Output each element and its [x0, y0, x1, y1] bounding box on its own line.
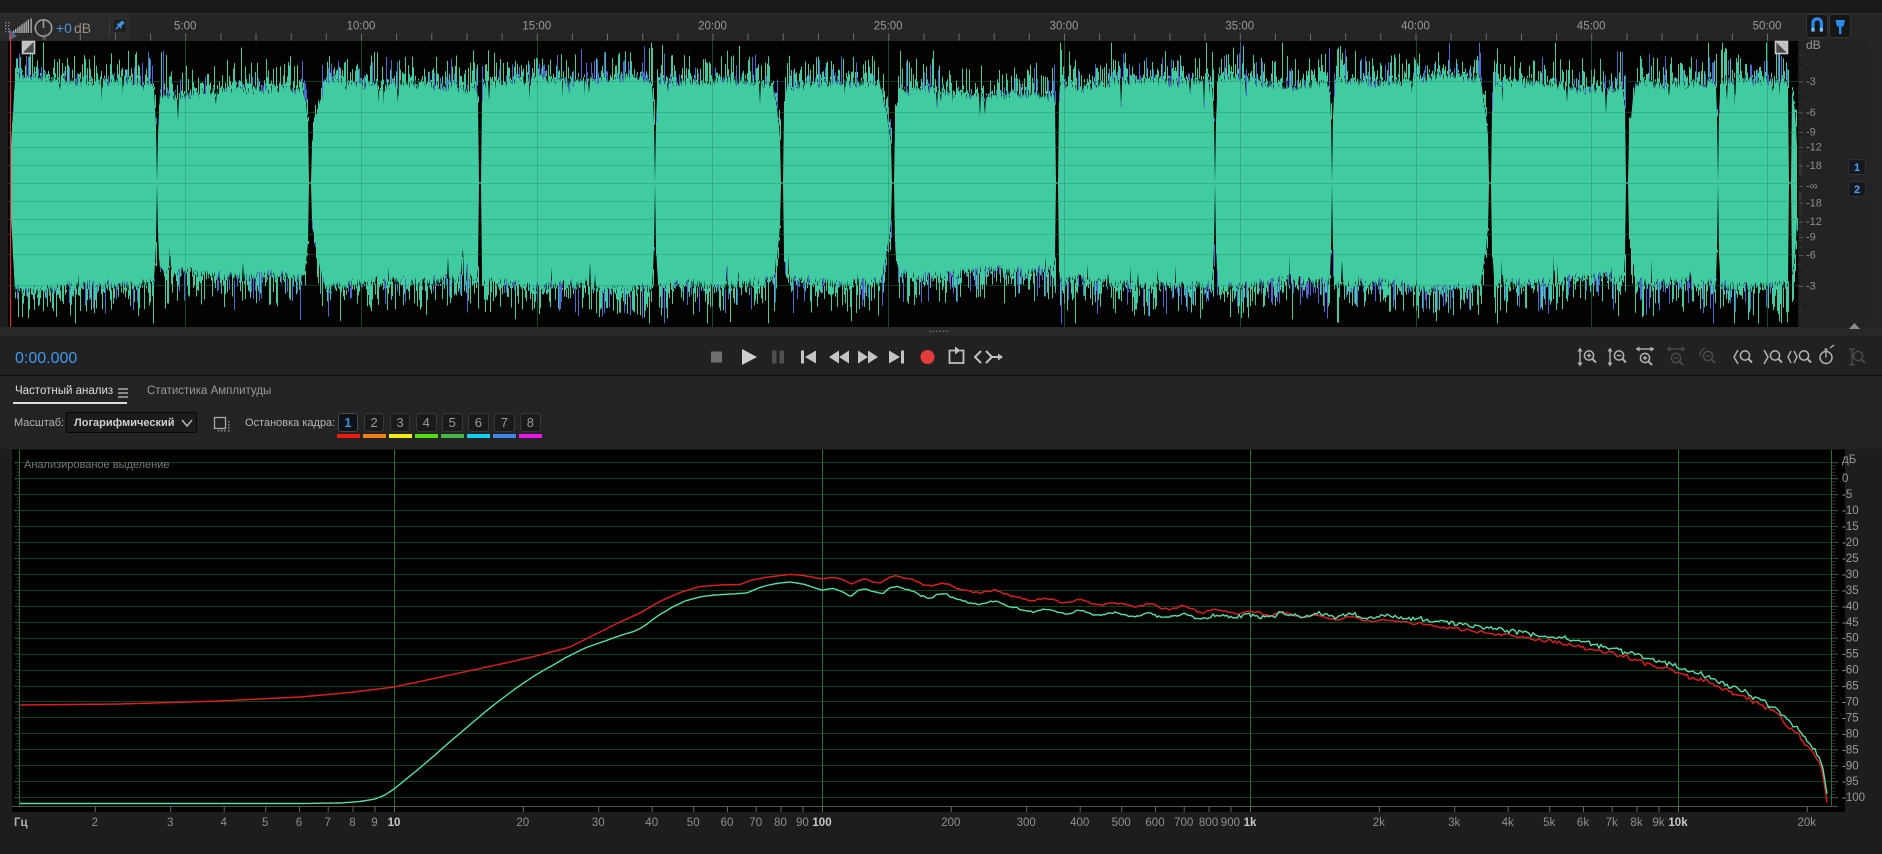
svg-text:-35: -35 [1842, 585, 1859, 597]
svg-text:-9: -9 [1806, 232, 1816, 244]
svg-text:-30: -30 [1842, 569, 1859, 581]
svg-text:10k: 10k [1668, 817, 1688, 829]
svg-text:60: 60 [721, 817, 734, 829]
svg-text:-95: -95 [1842, 776, 1859, 788]
svg-text:50:00: 50:00 [1753, 21, 1782, 33]
svg-text:0:00.000: 0:00.000 [15, 350, 77, 367]
svg-text:-12: -12 [1806, 216, 1822, 228]
svg-text:1: 1 [1854, 162, 1860, 174]
svg-text:300: 300 [1017, 817, 1036, 829]
svg-text:2k: 2k [1373, 817, 1385, 829]
svg-text:400: 400 [1070, 817, 1089, 829]
svg-text:20: 20 [516, 817, 529, 829]
svg-text:30:00: 30:00 [1050, 21, 1079, 33]
svg-text:4k: 4k [1502, 817, 1514, 829]
svg-text:100: 100 [812, 817, 831, 829]
svg-text:6: 6 [296, 817, 302, 829]
svg-text:Анализированое выделение: Анализированое выделение [24, 459, 170, 471]
svg-text:Гц: Гц [14, 817, 28, 829]
svg-text:-3: -3 [1806, 281, 1816, 293]
svg-text:-65: -65 [1842, 681, 1859, 693]
svg-text:800: 800 [1199, 817, 1218, 829]
svg-text:3k: 3k [1448, 817, 1460, 829]
svg-text:80: 80 [774, 817, 787, 829]
svg-text:-12: -12 [1806, 141, 1822, 153]
svg-text:-25: -25 [1842, 553, 1859, 565]
svg-text:-20: -20 [1842, 537, 1859, 549]
svg-text:8: 8 [349, 817, 355, 829]
svg-text:-18: -18 [1806, 198, 1822, 210]
svg-text:9: 9 [371, 817, 377, 829]
svg-text:40:00: 40:00 [1401, 21, 1430, 33]
svg-text:7k: 7k [1606, 817, 1618, 829]
svg-text:-75: -75 [1842, 713, 1859, 725]
svg-text:200: 200 [941, 817, 960, 829]
svg-text:50: 50 [687, 817, 700, 829]
svg-text:-40: -40 [1842, 601, 1859, 613]
svg-text:dB: dB [1806, 38, 1821, 52]
svg-text:9k: 9k [1652, 817, 1664, 829]
svg-text:5k: 5k [1543, 817, 1555, 829]
svg-text:25:00: 25:00 [874, 21, 903, 33]
svg-text:-6: -6 [1806, 250, 1816, 262]
svg-text:-70: -70 [1842, 697, 1859, 709]
svg-text:4: 4 [220, 817, 227, 829]
svg-text:дБ: дБ [1842, 454, 1856, 466]
svg-text:-90: -90 [1842, 760, 1859, 772]
svg-text:-9: -9 [1806, 126, 1816, 138]
svg-text:-15: -15 [1842, 521, 1859, 533]
svg-text:45:00: 45:00 [1577, 21, 1606, 33]
svg-text:-6: -6 [1806, 107, 1816, 119]
svg-text:10: 10 [388, 817, 401, 829]
svg-text:dB: dB [74, 20, 91, 36]
svg-text:-100: -100 [1842, 792, 1865, 804]
svg-text:500: 500 [1112, 817, 1131, 829]
svg-text:+0: +0 [56, 20, 72, 36]
svg-text:600: 600 [1145, 817, 1164, 829]
svg-text:-60: -60 [1842, 665, 1859, 677]
svg-text:8k: 8k [1630, 817, 1642, 829]
svg-text:700: 700 [1174, 817, 1193, 829]
svg-text:2: 2 [1854, 184, 1860, 196]
svg-text:30: 30 [592, 817, 605, 829]
svg-text:20k: 20k [1798, 817, 1817, 829]
svg-text:-5: -5 [1842, 489, 1852, 501]
svg-text:-∞: -∞ [1806, 181, 1818, 193]
svg-text:-10: -10 [1842, 505, 1859, 517]
svg-text:3: 3 [167, 817, 173, 829]
svg-text:90: 90 [796, 817, 809, 829]
svg-text:5: 5 [262, 817, 268, 829]
svg-text:70: 70 [749, 817, 762, 829]
svg-text:1k: 1k [1244, 817, 1257, 829]
svg-text:-80: -80 [1842, 728, 1859, 740]
svg-text:7: 7 [324, 817, 330, 829]
svg-text:-3: -3 [1806, 76, 1816, 88]
svg-text:35:00: 35:00 [1225, 21, 1254, 33]
svg-text:6k: 6k [1577, 817, 1589, 829]
svg-text:-85: -85 [1842, 744, 1859, 756]
svg-text:-45: -45 [1842, 617, 1859, 629]
svg-text:10:00: 10:00 [347, 21, 376, 33]
svg-text:40: 40 [645, 817, 658, 829]
svg-text:0: 0 [1842, 473, 1848, 485]
svg-text:2: 2 [92, 817, 98, 829]
svg-text:-50: -50 [1842, 633, 1859, 645]
svg-text:5:00: 5:00 [174, 21, 196, 33]
svg-text:20:00: 20:00 [698, 21, 727, 33]
svg-text:-55: -55 [1842, 649, 1859, 661]
svg-text:900: 900 [1221, 817, 1240, 829]
svg-text:-18: -18 [1806, 160, 1822, 172]
svg-text:15:00: 15:00 [522, 21, 551, 33]
